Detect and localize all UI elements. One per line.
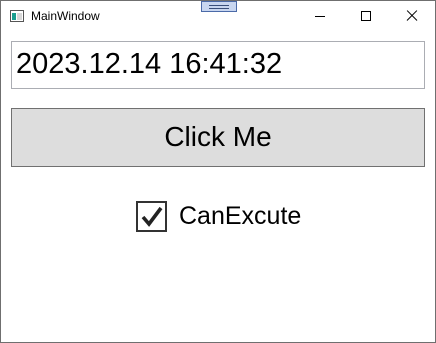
can-execute-label: CanExcute (179, 202, 302, 230)
maximize-icon (361, 11, 371, 21)
click-me-button[interactable]: Click Me (11, 108, 425, 167)
minimize-button[interactable] (297, 1, 343, 32)
window-title: MainWindow (31, 9, 100, 23)
maximize-button[interactable] (343, 1, 389, 32)
can-execute-checkbox[interactable] (136, 201, 167, 232)
datetime-textbox[interactable]: 2023.12.14 16:41:32 (11, 41, 425, 89)
app-window-icon (10, 10, 24, 22)
checkmark-icon (141, 206, 163, 227)
main-window: MainWindow 2023.12.14 16:41:32 Click Me … (0, 0, 436, 343)
minimize-icon (315, 16, 325, 17)
close-button[interactable] (389, 1, 435, 32)
datetime-text: 2023.12.14 16:41:32 (16, 48, 283, 80)
drag-handle-icon[interactable] (201, 1, 237, 12)
click-me-label: Click Me (164, 121, 272, 152)
close-icon (406, 10, 418, 22)
title-bar[interactable]: MainWindow (1, 1, 435, 32)
